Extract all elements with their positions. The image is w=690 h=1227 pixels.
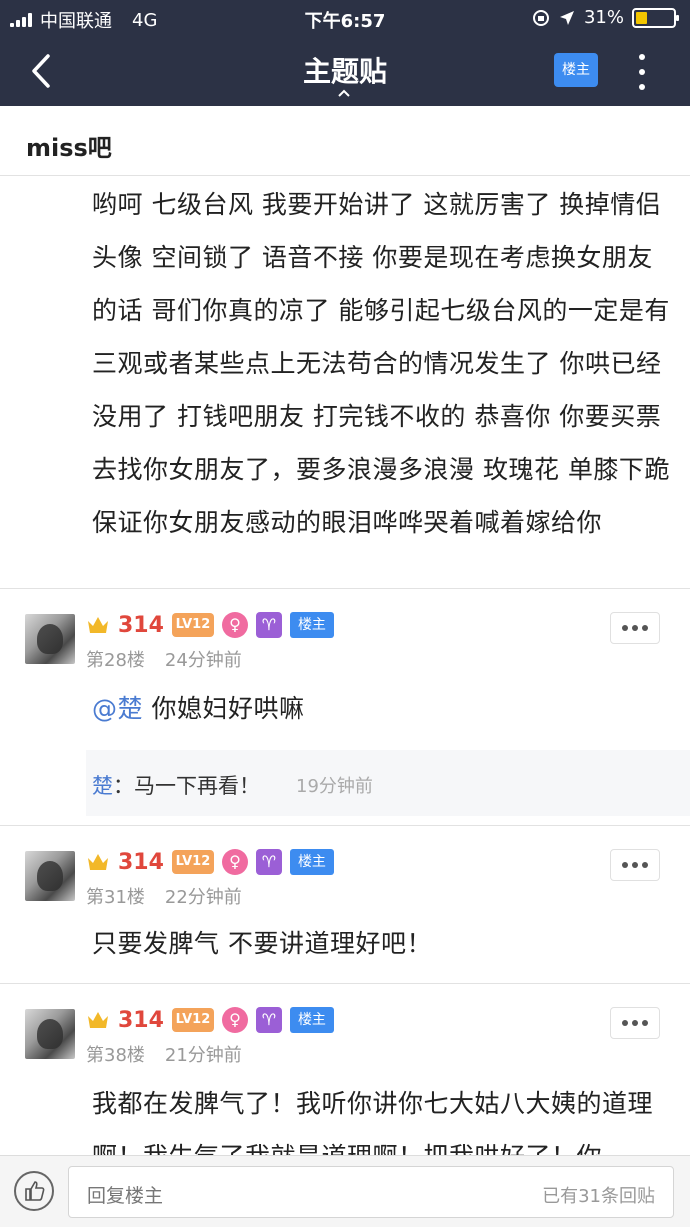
floor-text: 只要发脾气 不要讲道理好吧！ xyxy=(92,929,432,958)
floor-number: 第28楼 xyxy=(86,650,145,671)
female-icon: ♀ xyxy=(221,612,248,638)
level-badge: LV12 xyxy=(171,1008,214,1032)
reply-placeholder: 回复楼主 xyxy=(87,1185,164,1207)
battery-icon xyxy=(632,7,679,28)
aries-icon: ♈ xyxy=(255,612,282,638)
bottom-bar: 回复楼主 已有31条回贴 xyxy=(0,1155,690,1227)
crown-icon xyxy=(88,1012,108,1028)
reply-separator: ： xyxy=(113,774,134,798)
op-badge: 楼主 xyxy=(289,849,334,875)
username[interactable]: 314 xyxy=(118,613,164,638)
avatar[interactable] xyxy=(25,1009,75,1059)
username[interactable]: 314 xyxy=(118,1008,164,1033)
floor-text: 我都在发脾气了！我听你讲你七大姑八大姨的道理啊！我生气了我就是道理啊！把我哄好了… xyxy=(92,1089,654,1155)
female-icon: ♀ xyxy=(221,849,248,875)
level-badge: LV12 xyxy=(171,613,214,637)
reply-count: 已有31条回贴 xyxy=(542,1186,655,1207)
floor-post: 314 LV12 ♀ ♈ 楼主 第31楼 22分钟前 只要发脾气 不要讲道理好吧！ xyxy=(0,837,690,982)
top-bar: 中国联通 4G 下午6:57 31% 主题贴 楼主 xyxy=(0,0,690,106)
avatar[interactable] xyxy=(25,614,75,664)
sub-reply[interactable]: 楚：马一下再看！ 19分钟前 xyxy=(86,750,690,816)
female-icon: ♀ xyxy=(221,1007,248,1033)
divider xyxy=(0,588,690,589)
main-post-text: 哟呵 七级台风 我要开始讲了 这就厉害了 换掉情侣头像 空间锁了 语音不接 你要… xyxy=(92,190,670,537)
divider xyxy=(0,175,690,176)
status-bar: 中国联通 4G 下午6:57 31% xyxy=(0,0,690,36)
orientation-lock-icon xyxy=(532,9,549,26)
crown-icon xyxy=(88,854,108,870)
username[interactable]: 314 xyxy=(118,850,164,875)
more-options-button[interactable] xyxy=(610,612,660,644)
divider xyxy=(0,825,690,826)
location-icon xyxy=(559,10,574,25)
floor-number: 第38楼 xyxy=(86,1045,145,1066)
forum-name[interactable]: miss吧 xyxy=(26,128,112,163)
reply-text: 马一下再看！ xyxy=(134,774,260,798)
floor-text-body: 你媳妇好哄嘛 xyxy=(143,694,305,723)
op-badge: 楼主 xyxy=(289,612,334,638)
like-button[interactable] xyxy=(14,1171,54,1211)
level-badge: LV12 xyxy=(171,850,214,874)
post-time: 22分钟前 xyxy=(164,887,242,908)
reply-time: 19分钟前 xyxy=(296,776,373,797)
thumbs-up-icon xyxy=(25,1181,45,1201)
post-time: 21分钟前 xyxy=(164,1045,242,1066)
more-vertical-icon[interactable] xyxy=(634,54,650,90)
op-badge: 楼主 xyxy=(289,1007,334,1033)
floor-meta: 第28楼 24分钟前 xyxy=(86,646,242,672)
more-options-button[interactable] xyxy=(610,849,660,881)
battery-percent: 31% xyxy=(583,7,624,28)
reply-author[interactable]: 楚 xyxy=(92,774,113,798)
floor-text: @楚 你媳妇好哄嘛 xyxy=(92,682,662,735)
floor-number: 第31楼 xyxy=(86,887,145,908)
aries-icon: ♈ xyxy=(255,849,282,875)
nav-bar: 主题贴 楼主 xyxy=(0,36,690,106)
floor-post: 314 LV12 ♀ ♈ 楼主 第38楼 21分钟前 我都在发脾气了！我听你讲你七… xyxy=(0,995,690,1155)
mention-link[interactable]: @楚 xyxy=(92,694,143,723)
aries-icon: ♈ xyxy=(255,1007,282,1033)
floor-meta: 第38楼 21分钟前 xyxy=(86,1041,242,1067)
reply-input[interactable]: 回复楼主 已有31条回贴 xyxy=(68,1166,674,1218)
divider xyxy=(0,983,690,984)
floor-post: 314 LV12 ♀ ♈ 楼主 第28楼 24分钟前 @楚 你媳妇好哄嘛 楚：马一… xyxy=(0,600,690,825)
avatar[interactable] xyxy=(25,851,75,901)
chevron-up-icon[interactable] xyxy=(337,88,351,98)
floor-meta: 第31楼 22分钟前 xyxy=(86,883,242,909)
more-options-button[interactable] xyxy=(610,1007,660,1039)
only-op-button[interactable]: 楼主 xyxy=(554,53,598,87)
post-time: 24分钟前 xyxy=(164,650,242,671)
crown-icon xyxy=(88,617,108,633)
